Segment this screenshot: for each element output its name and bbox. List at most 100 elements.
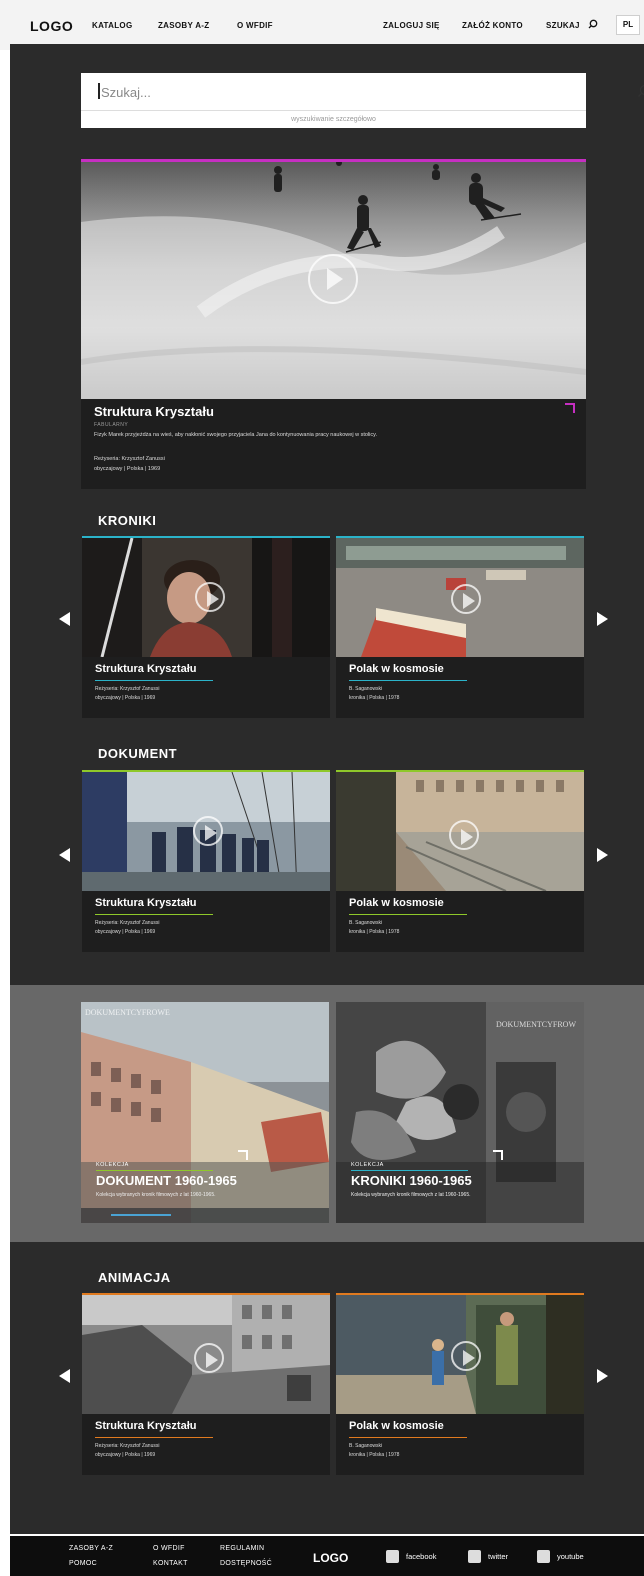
next-arrow-icon[interactable] — [597, 848, 608, 862]
register-link[interactable]: ZAŁÓŻ KONTO — [462, 21, 523, 30]
film-thumbnail[interactable] — [82, 772, 330, 891]
title-underline — [349, 680, 467, 681]
film-thumbnail[interactable] — [82, 538, 330, 657]
footer-link-zasoby[interactable]: ZASOBY A-Z — [69, 1545, 113, 1552]
footer-link-regulamin[interactable]: REGULAMIN — [220, 1545, 264, 1552]
film-thumbnail[interactable] — [81, 162, 586, 399]
film-title[interactable]: Struktura Kryształu — [95, 897, 196, 909]
film-meta: kronika | Polska | 1978 — [349, 1452, 400, 1458]
login-link[interactable]: ZALOGUJ SIĘ — [383, 21, 440, 30]
play-icon[interactable] — [451, 584, 481, 614]
film-card[interactable]: Polak w kosmosie B. Saganowski kronika |… — [336, 1293, 584, 1475]
nav-link-o-wfdif[interactable]: O WFDIF — [237, 21, 273, 30]
twitter-link[interactable]: twitter — [488, 1552, 508, 1561]
facebook-link[interactable]: facebook — [406, 1552, 436, 1561]
collection-image — [81, 1002, 329, 1223]
film-title[interactable]: Struktura Kryształu — [95, 1420, 196, 1432]
play-icon[interactable] — [308, 254, 358, 304]
play-icon[interactable] — [449, 820, 479, 850]
collection-card[interactable]: DOKUMENTCYFROW KOLEKCJA KRONIKI 1960-196… — [336, 1002, 584, 1223]
film-description: Fizyk Marek przyjeżdża na wieś, aby nakł… — [94, 432, 377, 438]
section-title-kroniki: KRONIKI — [98, 513, 157, 528]
play-icon[interactable] — [193, 816, 223, 846]
film-director: Reżyseria: Krzysztof Zanussi — [95, 920, 160, 926]
logo[interactable]: LOGO — [30, 18, 73, 34]
next-arrow-icon[interactable] — [597, 1369, 608, 1383]
collection-image — [336, 1002, 584, 1223]
nav-link-katalog[interactable]: KATALOG — [92, 21, 132, 30]
next-arrow-icon[interactable] — [597, 612, 608, 626]
watermark: DOKUMENTCYFROW — [496, 1020, 576, 1029]
footer-link-o-wfdif[interactable]: O WFDIF — [153, 1545, 185, 1552]
footer-logo[interactable]: LOGO — [313, 1551, 348, 1565]
film-title[interactable]: Polak w kosmosie — [349, 1420, 444, 1432]
search-icon[interactable] — [588, 19, 598, 29]
collection-label: KOLEKCJA — [96, 1162, 129, 1168]
search-input[interactable] — [101, 82, 521, 102]
youtube-icon[interactable] — [537, 1550, 550, 1563]
footer-link-kontakt[interactable]: KONTAKT — [153, 1560, 188, 1567]
collection-title[interactable]: KRONIKI 1960-1965 — [351, 1173, 472, 1188]
footer-link-dostepnosc[interactable]: DOSTĘPNOŚĆ — [220, 1560, 272, 1567]
play-icon[interactable] — [451, 1341, 481, 1371]
search-box — [81, 73, 644, 110]
film-thumbnail[interactable] — [336, 1295, 584, 1414]
title-underline — [349, 914, 467, 915]
footer-link-pomoc[interactable]: POMOC — [69, 1560, 97, 1567]
section-title-animacja: ANIMACJA — [98, 1270, 171, 1285]
play-icon[interactable] — [194, 1343, 224, 1373]
language-switch[interactable]: PL — [616, 15, 640, 35]
film-genre: FABULARNY — [94, 422, 129, 428]
corner-mark-icon — [238, 1150, 248, 1160]
film-card[interactable]: Struktura Kryształu Reżyseria: Krzysztof… — [82, 1293, 330, 1475]
film-card[interactable]: Struktura Kryształu Reżyseria: Krzysztof… — [82, 770, 330, 952]
film-meta: obyczajowy | Polska | 1969 — [95, 695, 156, 701]
title-underline — [95, 914, 213, 915]
prev-arrow-icon[interactable] — [59, 1369, 70, 1383]
advanced-search-link[interactable]: wyszukiwanie szczegółowo — [81, 110, 586, 128]
collection-label: KOLEKCJA — [351, 1162, 384, 1168]
film-title[interactable]: Polak w kosmosie — [349, 663, 444, 675]
top-navigation: LOGO KATALOG ZASOBY A-Z O WFDIF ZALOGUJ … — [0, 0, 644, 50]
title-underline — [349, 1437, 467, 1438]
search-icon[interactable] — [637, 84, 644, 98]
nav-link-zasoby[interactable]: ZASOBY A-Z — [158, 21, 209, 30]
film-title[interactable]: Struktura Kryształu — [94, 404, 214, 419]
film-thumbnail[interactable] — [336, 772, 584, 891]
collection-title[interactable]: DOKUMENT 1960-1965 — [96, 1173, 237, 1188]
film-card[interactable]: Polak w kosmosie B. Saganowski kronika |… — [336, 770, 584, 952]
prev-arrow-icon[interactable] — [59, 612, 70, 626]
label-underline — [96, 1170, 213, 1171]
film-meta: obyczajowy | Polska | 1969 — [95, 929, 156, 935]
prev-arrow-icon[interactable] — [59, 848, 70, 862]
film-director: Reżyseria: Krzysztof Zanussi — [94, 456, 165, 462]
search-link[interactable]: SZUKAJ — [546, 21, 580, 30]
watermark: DOKUMENTCYFROWE — [85, 1008, 170, 1017]
footer: ZASOBY A-Z POMOC O WFDIF KONTAKT REGULAM… — [10, 1536, 644, 1576]
collection-description: Kolekcja wybranych kronik filmowych z la… — [96, 1192, 216, 1198]
collection-description: Kolekcja wybranych kronik filmowych z la… — [351, 1192, 471, 1198]
text-caret — [98, 83, 100, 99]
film-meta: obyczajowy | Polska | 1969 — [94, 466, 161, 472]
corner-mark-icon — [565, 403, 575, 413]
film-thumbnail[interactable] — [82, 1295, 330, 1414]
collection-card[interactable]: DOKUMENTCYFROWE KOLEKCJA DOKUMENT 1960-1… — [81, 1002, 329, 1223]
film-title[interactable]: Struktura Kryształu — [95, 663, 196, 675]
title-underline — [95, 1437, 213, 1438]
film-meta: obyczajowy | Polska | 1969 — [95, 1452, 156, 1458]
film-director: B. Saganowski — [349, 920, 383, 926]
youtube-link[interactable]: youtube — [557, 1552, 584, 1561]
facebook-icon[interactable] — [386, 1550, 399, 1563]
corner-mark-icon — [493, 1150, 503, 1160]
section-title-dokument: DOKUMENT — [98, 746, 178, 761]
film-card[interactable]: Polak w kosmosie B. Saganowski kronika |… — [336, 536, 584, 718]
featured-film[interactable]: Struktura Kryształu FABULARNY Fizyk Mare… — [81, 159, 586, 489]
title-underline — [95, 680, 213, 681]
play-icon[interactable] — [195, 582, 225, 612]
film-thumbnail[interactable] — [336, 538, 584, 657]
film-meta: kronika | Polska | 1978 — [349, 695, 400, 701]
twitter-icon[interactable] — [468, 1550, 481, 1563]
film-director: B. Saganowski — [349, 686, 383, 692]
film-card[interactable]: Struktura Kryształu Reżyseria: Krzysztof… — [82, 536, 330, 718]
film-title[interactable]: Polak w kosmosie — [349, 897, 444, 909]
